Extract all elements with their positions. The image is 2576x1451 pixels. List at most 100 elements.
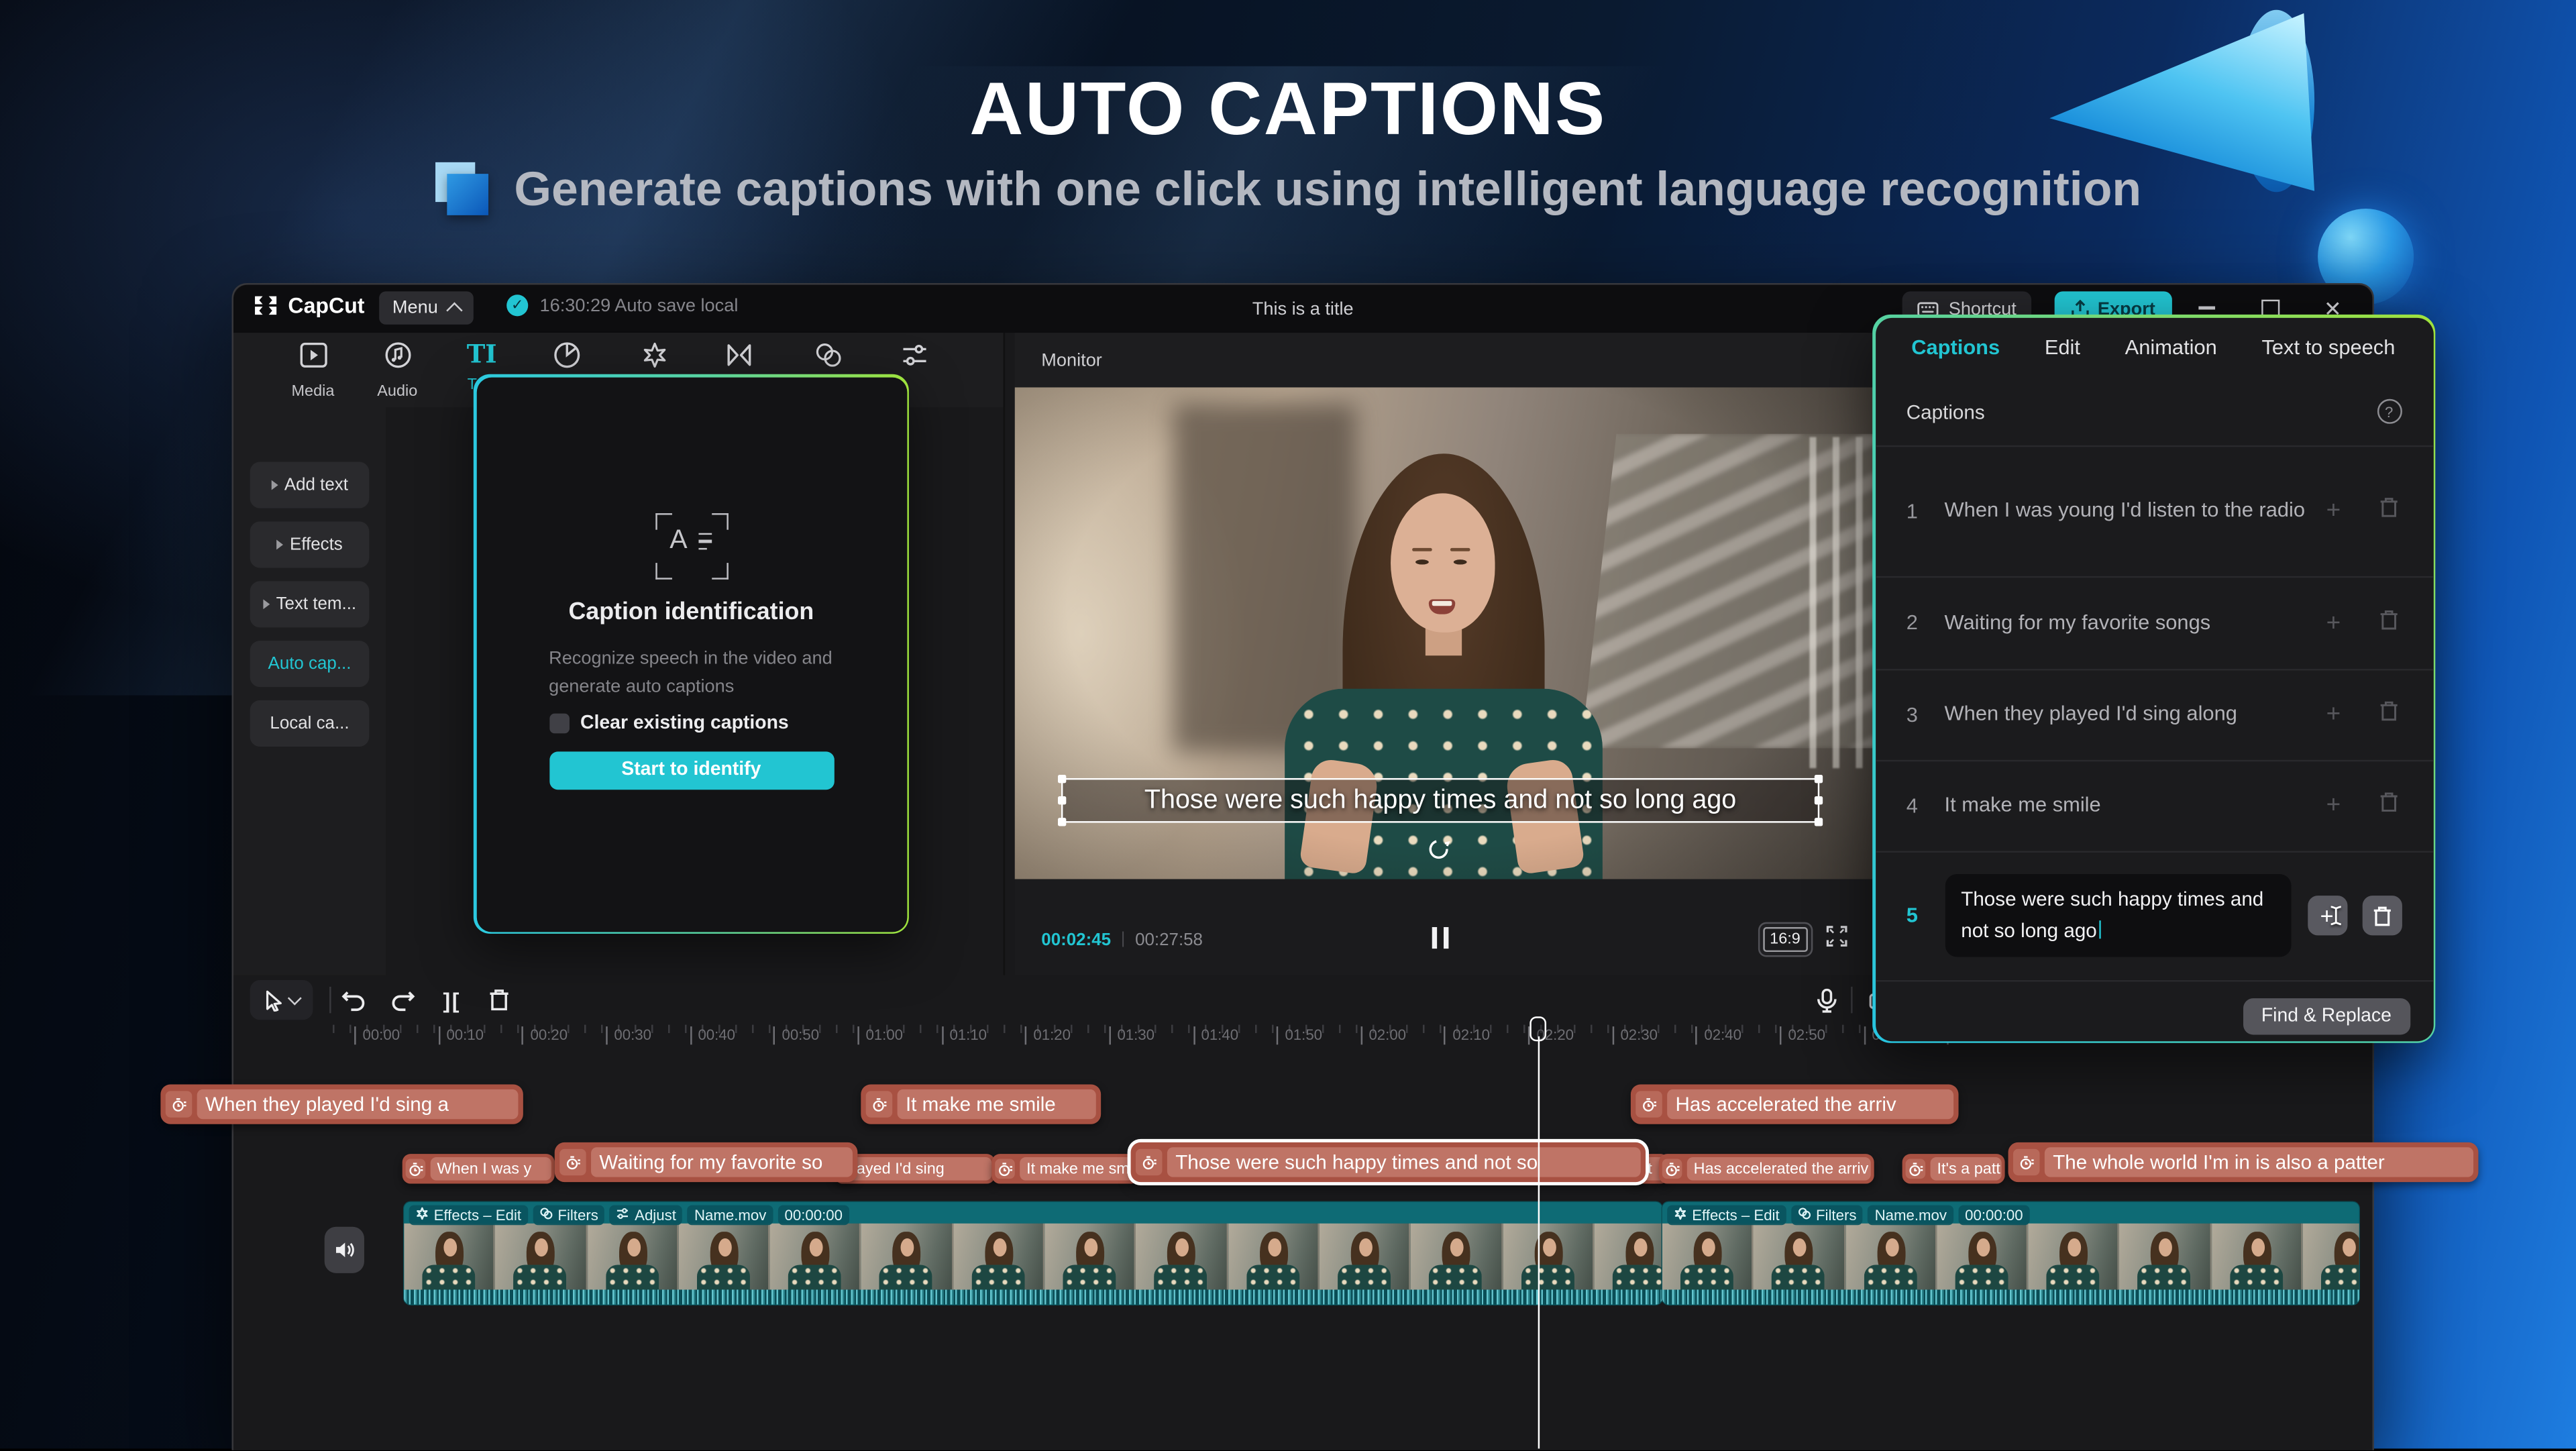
sidebar-item-effects[interactable]: Effects	[250, 521, 370, 568]
video-clip[interactable]: Effects – Edit Filters Name.mov 00:00:00	[1662, 1201, 2359, 1305]
timeline-caption-chip[interactable]: It make me smil	[991, 1154, 1139, 1184]
clip-badge-filters[interactable]: Filters	[1790, 1205, 1864, 1226]
delete-caption-icon[interactable]	[2375, 496, 2401, 525]
selection-handle[interactable]	[1057, 774, 1067, 784]
clip-badge-filters[interactable]: Filters	[533, 1205, 605, 1226]
caption-row-editing[interactable]: 5 Those were such happy times and not so…	[1874, 850, 2433, 979]
add-caption-icon[interactable]: +	[2320, 792, 2347, 820]
caption-row[interactable]: 4 It make me smile +	[1874, 759, 2433, 851]
timeline-caption-chip[interactable]: It make me smile	[861, 1084, 1102, 1124]
caption-row[interactable]: 2 Waiting for my favorite songs +	[1874, 575, 2433, 668]
media-tool-label: Media	[291, 382, 335, 401]
caption-overlay-box[interactable]: Those were such happy times and not so l…	[1057, 774, 1823, 826]
monitor-panel: Monitor Those were such happy times and …	[1014, 333, 1876, 975]
undo-button[interactable]	[336, 983, 369, 1016]
rotate-handle-icon[interactable]	[1427, 838, 1450, 861]
clip-badge-label: 00:00:00	[784, 1207, 843, 1224]
tab-text-to-speech[interactable]: Text to speech	[2261, 336, 2395, 360]
selection-handle[interactable]	[1814, 796, 1823, 805]
checkbox[interactable]	[549, 712, 569, 733]
add-caption-icon[interactable]: +	[2320, 700, 2347, 729]
redo-button[interactable]	[386, 983, 419, 1016]
delete-caption-button[interactable]	[2361, 896, 2402, 936]
timeline-caption-chip[interactable]: played I'd sing	[834, 1154, 996, 1184]
help-icon[interactable]: ?	[2376, 398, 2402, 424]
select-tool-button[interactable]	[250, 979, 313, 1020]
chip-text: Has accelerated the arriv	[1686, 1157, 1871, 1181]
playhead[interactable]	[1529, 1016, 1547, 1449]
adjust-tool[interactable]	[877, 341, 951, 377]
caption-edit-text: Those were such happy times and not so l…	[1961, 888, 2264, 943]
add-caption-icon[interactable]: +	[2320, 608, 2347, 637]
thumbnail-face	[2068, 1238, 2082, 1257]
selection-handle[interactable]	[1057, 796, 1067, 805]
thumbnail-face	[1084, 1238, 1098, 1257]
thumbnail-face	[2251, 1238, 2265, 1257]
stickers-tool[interactable]	[530, 341, 603, 377]
clip-badge-effects-edit[interactable]: Effects – Edit	[409, 1205, 528, 1226]
sidebar-item-auto-captions[interactable]: Auto cap...	[250, 641, 370, 688]
caption-text: It make me smile	[1944, 793, 2101, 816]
filters-tool[interactable]	[792, 341, 865, 377]
start-to-identify-button[interactable]: Start to identify	[549, 751, 834, 789]
thumbnail-face	[1976, 1238, 1990, 1257]
sidebar-item-local-captions[interactable]: Local ca...	[250, 700, 370, 747]
aspect-ratio-button[interactable]: 16:9	[1763, 927, 1807, 953]
fullscreen-icon[interactable]	[1826, 926, 1847, 947]
track-mute-button[interactable]	[324, 1226, 364, 1273]
record-voiceover-button[interactable]	[1809, 983, 1842, 1016]
tab-animation[interactable]: Animation	[2125, 336, 2217, 360]
delete-caption-icon[interactable]	[2375, 700, 2401, 729]
selection-handle[interactable]	[1814, 774, 1823, 784]
selection-handle[interactable]	[1057, 818, 1067, 826]
pause-button[interactable]	[1432, 927, 1449, 949]
clear-captions-option[interactable]: Clear existing captions	[549, 712, 789, 733]
ruler-label: 02:00	[1360, 1026, 1406, 1045]
effects-tool[interactable]	[618, 341, 691, 377]
chip-text: The whole world I'm in is also a patter	[2044, 1147, 2474, 1177]
delete-caption-icon[interactable]	[2375, 608, 2401, 637]
media-icon	[299, 341, 327, 377]
clip-badge-00-00-00[interactable]: 00:00:00	[1958, 1205, 2030, 1226]
caption-edit-input[interactable]: Those were such happy times and not so l…	[1944, 875, 2291, 957]
clip-badge-name-mov[interactable]: Name.mov	[1868, 1205, 1953, 1226]
clip-badge-adjust[interactable]: Adjust	[610, 1205, 683, 1226]
video-preview[interactable]: Those were such happy times and not so l…	[1014, 387, 1876, 879]
find-replace-button[interactable]: Find & Replace	[2243, 998, 2410, 1035]
sidebar-item-add-text[interactable]: Add text	[250, 462, 370, 508]
tab-edit[interactable]: Edit	[2045, 336, 2080, 360]
timeline-caption-chip[interactable]: When I was y	[402, 1154, 555, 1184]
video-thumbnail	[1319, 1223, 1411, 1290]
timeline-caption-chip[interactable]: When they played I'd sing a	[160, 1084, 523, 1124]
sidebar-item-text-templates[interactable]: Text tem...	[250, 581, 370, 628]
clip-badge-00-00-00[interactable]: 00:00:00	[777, 1205, 849, 1226]
timeline-caption-chip[interactable]: Has accelerated the arriv	[1658, 1154, 1874, 1184]
transitions-tool[interactable]	[702, 341, 775, 377]
tab-captions[interactable]: Captions	[1911, 336, 2000, 360]
video-clip[interactable]: Effects – Edit Filters Adjust Name.mov 00:00…	[404, 1201, 1662, 1305]
sidebar-label: Auto cap...	[268, 653, 352, 674]
caption-identification-body: A Caption identification Recognize speech …	[476, 376, 907, 932]
timeline-caption-chip[interactable]: Has accelerated the arriv	[1630, 1084, 1959, 1124]
delete-caption-icon[interactable]	[2375, 792, 2401, 820]
clip-badge-label: Filters	[557, 1207, 598, 1224]
timeline-caption-chip[interactable]: The whole world I'm in is also a patter	[2008, 1142, 2479, 1183]
add-caption-icon[interactable]: +	[2320, 496, 2347, 525]
caption-row[interactable]: 1 When I was young I'd listen to the rad…	[1874, 444, 2433, 576]
clip-badge-name-mov[interactable]: Name.mov	[688, 1205, 773, 1226]
delete-button[interactable]	[482, 983, 515, 1016]
playhead-line	[1537, 1036, 1540, 1449]
media-tool[interactable]: Media	[276, 341, 350, 400]
split-button[interactable]: ][	[435, 983, 468, 1016]
speaker-icon	[335, 1242, 354, 1258]
audio-tool[interactable]: Audio	[361, 341, 434, 400]
clip-filmstrip	[404, 1223, 1662, 1290]
timeline-caption-chip[interactable]: Waiting for my favorite so	[554, 1142, 858, 1183]
clip-badge-label: Name.mov	[1874, 1207, 1947, 1224]
timeline-caption-chip[interactable]: Those were such happy times and not so	[1130, 1142, 1646, 1183]
clip-badge-effects-edit[interactable]: Effects – Edit	[1667, 1205, 1786, 1226]
timeline-caption-chip[interactable]: It's a patt	[1902, 1154, 2005, 1184]
cursor-icon	[265, 989, 281, 1011]
caption-row[interactable]: 3 When they played I'd sing along +	[1874, 667, 2433, 759]
selection-handle[interactable]	[1814, 818, 1823, 826]
